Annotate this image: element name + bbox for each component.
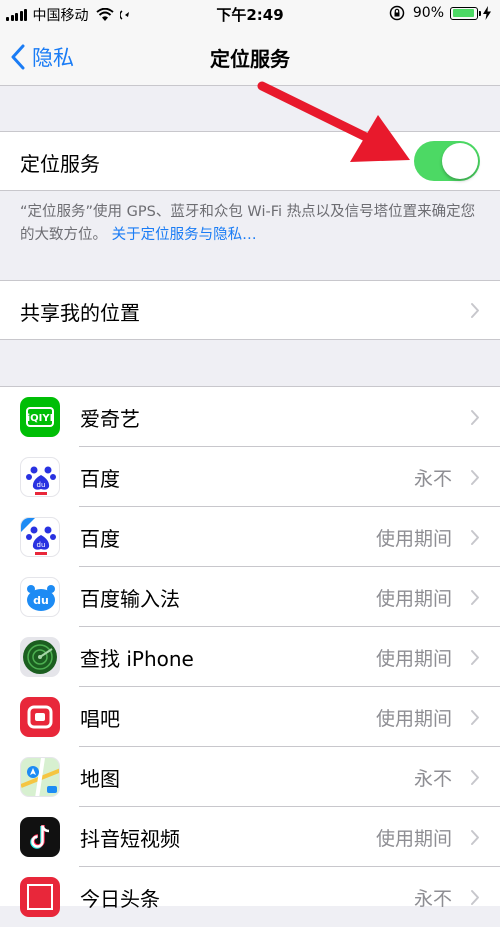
battery-percent: 90% [412,5,444,21]
location-services-toggle[interactable] [414,141,480,181]
app-name: 抖音短视频 [80,827,180,851]
location-services-label: 定位服务 [20,152,100,176]
app-status: 使用期间 [375,588,452,610]
app-name: 百度输入法 [80,587,180,611]
chevron-right-icon [471,590,479,605]
svg-text:du: du [37,481,46,489]
app-name: 查找 iPhone [80,647,194,671]
svg-text:du: du [37,541,46,549]
list-item[interactable]: 今日头条 永不 [0,867,500,927]
app-name: 唱吧 [80,707,120,731]
share-location-label: 共享我的位置 [20,301,140,325]
svg-text:du: du [33,594,49,607]
app-status: 使用期间 [375,828,452,850]
navigation-bar: 隐私 定位服务 [0,28,500,86]
chevron-right-icon [471,410,479,425]
chevron-right-icon [471,470,479,485]
chevron-right-icon [471,770,479,785]
list-item[interactable]: du 百度 使用期间 [0,507,500,567]
app-status: 永不 [413,768,452,790]
status-bar: 中国移动 下午2:49 90% [0,0,500,28]
app-list: iQIYI 爱奇艺 du 百度 永不 du 百度 使用期间 du 百度输入法 使… [0,386,500,917]
app-name: 爱奇艺 [80,407,140,431]
list-item[interactable]: du 百度 永不 [0,447,500,507]
iqiyi-icon: iQIYI [20,397,60,437]
app-status: 永不 [413,468,452,490]
list-item[interactable]: iQIYI 爱奇艺 [0,387,500,447]
chevron-right-icon [471,650,479,665]
list-item[interactable]: 地图 永不 [0,747,500,807]
share-location-row[interactable]: 共享我的位置 [0,280,500,340]
app-name: 今日头条 [80,887,160,911]
list-item[interactable]: 查找 iPhone 使用期间 [0,627,500,687]
toggle-knob [442,143,478,179]
charging-icon [483,6,491,20]
app-status: 使用期间 [375,648,452,670]
app-status: 永不 [413,888,452,910]
find-iphone-icon [20,637,60,677]
chevron-right-icon [471,890,479,905]
privacy-link[interactable]: 关于定位服务与隐私… [112,227,257,243]
location-services-footnote: “定位服务”使用 GPS、蓝牙和众包 Wi-Fi 热点以及信号塔位置来确定您的大… [20,201,485,247]
app-name: 百度 [80,467,120,491]
toutiao-icon [20,877,60,917]
chevron-right-icon [471,710,479,725]
list-item[interactable]: 抖音短视频 使用期间 [0,807,500,867]
battery-icon [450,6,481,20]
maps-icon [20,757,60,797]
location-services-row: 定位服务 [0,131,500,191]
app-name: 地图 [80,767,120,791]
changba-icon [20,697,60,737]
baidu-icon: du [20,457,60,497]
svg-text:iQIYI: iQIYI [27,413,54,424]
app-name: 百度 [80,527,120,551]
list-item[interactable]: 唱吧 使用期间 [0,687,500,747]
rotation-lock-icon [389,5,405,21]
page-title: 定位服务 [210,47,290,71]
baidu-input-icon: du [20,577,60,617]
chevron-right-icon [471,830,479,845]
list-item[interactable]: du 百度输入法 使用期间 [0,567,500,627]
douyin-icon [20,817,60,857]
app-status: 使用期间 [375,708,452,730]
app-status: 使用期间 [375,528,452,550]
baidu-icon: du [20,517,60,557]
status-right: 90% [389,5,492,21]
chevron-right-icon [471,303,479,318]
chevron-right-icon [471,530,479,545]
